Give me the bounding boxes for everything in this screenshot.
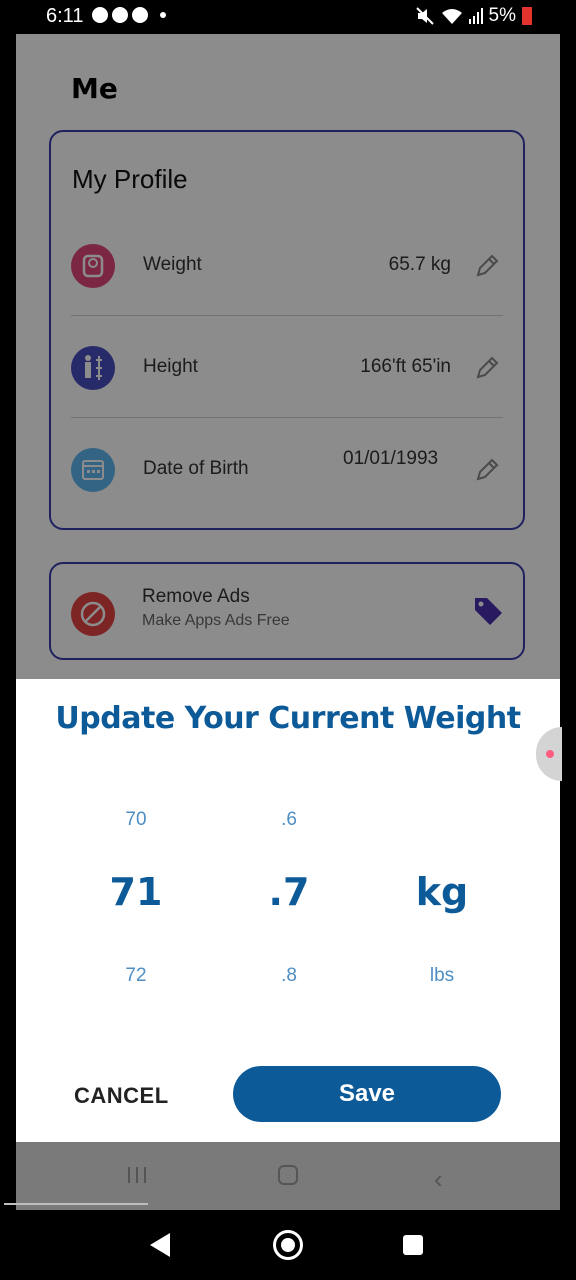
gesture-bar xyxy=(4,1203,148,1205)
picker-prev[interactable]: .6 xyxy=(229,809,349,839)
save-button[interactable]: Save xyxy=(233,1066,501,1122)
picker-selected[interactable]: 71 xyxy=(76,847,196,965)
handle-dot-icon xyxy=(546,750,554,758)
notification-app-icon xyxy=(112,7,128,23)
battery-percent: 5% xyxy=(488,5,516,26)
more-notifications-dot-icon xyxy=(160,12,166,18)
picker-selected[interactable]: .7 xyxy=(229,847,349,965)
notification-app-icon xyxy=(132,7,148,23)
recents-icon[interactable] xyxy=(126,1166,148,1184)
whole-number-picker[interactable]: 70 71 72 xyxy=(76,809,196,995)
home-icon[interactable] xyxy=(278,1165,298,1185)
notification-icons xyxy=(92,7,166,23)
notification-app-icon xyxy=(92,7,108,23)
picker-prev[interactable] xyxy=(382,809,502,839)
signal-icon xyxy=(468,8,483,24)
app-navigation-bar: ‹ xyxy=(16,1142,560,1210)
picker-prev[interactable]: 70 xyxy=(76,809,196,839)
back-triangle-icon[interactable] xyxy=(150,1233,170,1257)
dialog-title: Update Your Current Weight xyxy=(55,701,521,736)
status-right: 5% xyxy=(415,5,532,27)
wifi-icon xyxy=(441,9,462,24)
system-navigation-bar xyxy=(0,1210,576,1280)
unit-picker[interactable]: kg lbs xyxy=(382,809,502,995)
cancel-button[interactable]: CANCEL xyxy=(74,1083,169,1109)
picker-next[interactable]: lbs xyxy=(382,965,502,995)
mute-icon xyxy=(415,7,434,25)
picker-next[interactable]: .8 xyxy=(229,965,349,995)
battery-icon xyxy=(522,7,532,25)
picker-selected[interactable]: kg xyxy=(382,847,502,965)
home-circle-icon[interactable] xyxy=(273,1230,303,1260)
status-time: 6:11 xyxy=(46,5,84,27)
back-chevron-icon[interactable]: ‹ xyxy=(434,1164,443,1195)
picker-next[interactable]: 72 xyxy=(76,965,196,995)
update-weight-dialog: Update Your Current Weight 70 71 72 .6 .… xyxy=(16,679,562,1142)
recents-square-icon[interactable] xyxy=(403,1235,423,1255)
status-bar: 6:11 5% xyxy=(0,0,576,34)
decimal-picker[interactable]: .6 .7 .8 xyxy=(229,809,349,995)
